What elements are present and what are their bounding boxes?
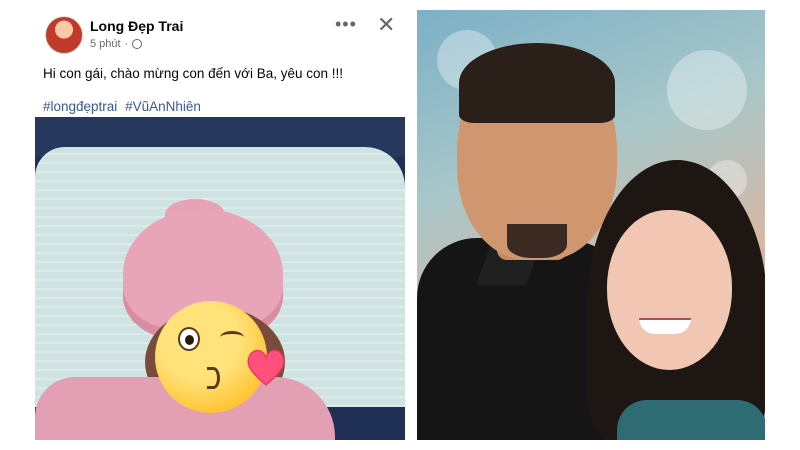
more-options-icon[interactable]: ••• xyxy=(335,14,357,35)
post-header: Long Đẹp Trai 5 phút · ••• ✕ xyxy=(35,8,405,58)
post-meta: 5 phút · xyxy=(90,38,143,50)
hashtag-link[interactable]: #longđẹptrai xyxy=(43,99,117,114)
emoji-eye xyxy=(178,327,200,351)
woman-dress xyxy=(617,400,765,440)
hashtag-link[interactable]: #VũAnNhiên xyxy=(125,99,201,114)
heart-icon xyxy=(247,349,285,386)
author-avatar[interactable] xyxy=(45,16,83,54)
bokeh-light xyxy=(667,50,747,130)
post-text: Hi con gái, chào mừng con đến với Ba, yê… xyxy=(43,66,344,81)
woman-face xyxy=(607,210,732,370)
man-goatee xyxy=(507,224,567,258)
facebook-post: Long Đẹp Trai 5 phút · ••• ✕ Hi con gái,… xyxy=(35,8,405,440)
emoji-kiss-mouth xyxy=(207,367,220,389)
close-icon[interactable]: ✕ xyxy=(377,12,395,38)
meta-separator: · xyxy=(124,38,129,50)
globe-icon[interactable] xyxy=(132,39,143,49)
man-hair xyxy=(459,43,615,123)
post-photo-baby[interactable] xyxy=(35,117,405,440)
hashtag-row: #longđẹptrai #VũAnNhiên xyxy=(43,99,205,114)
author-name[interactable]: Long Đẹp Trai xyxy=(90,18,183,34)
woman-smile xyxy=(639,318,691,334)
couple-portrait-photo xyxy=(417,10,765,440)
post-time[interactable]: 5 phút xyxy=(90,38,121,50)
emoji-wink xyxy=(220,331,244,344)
